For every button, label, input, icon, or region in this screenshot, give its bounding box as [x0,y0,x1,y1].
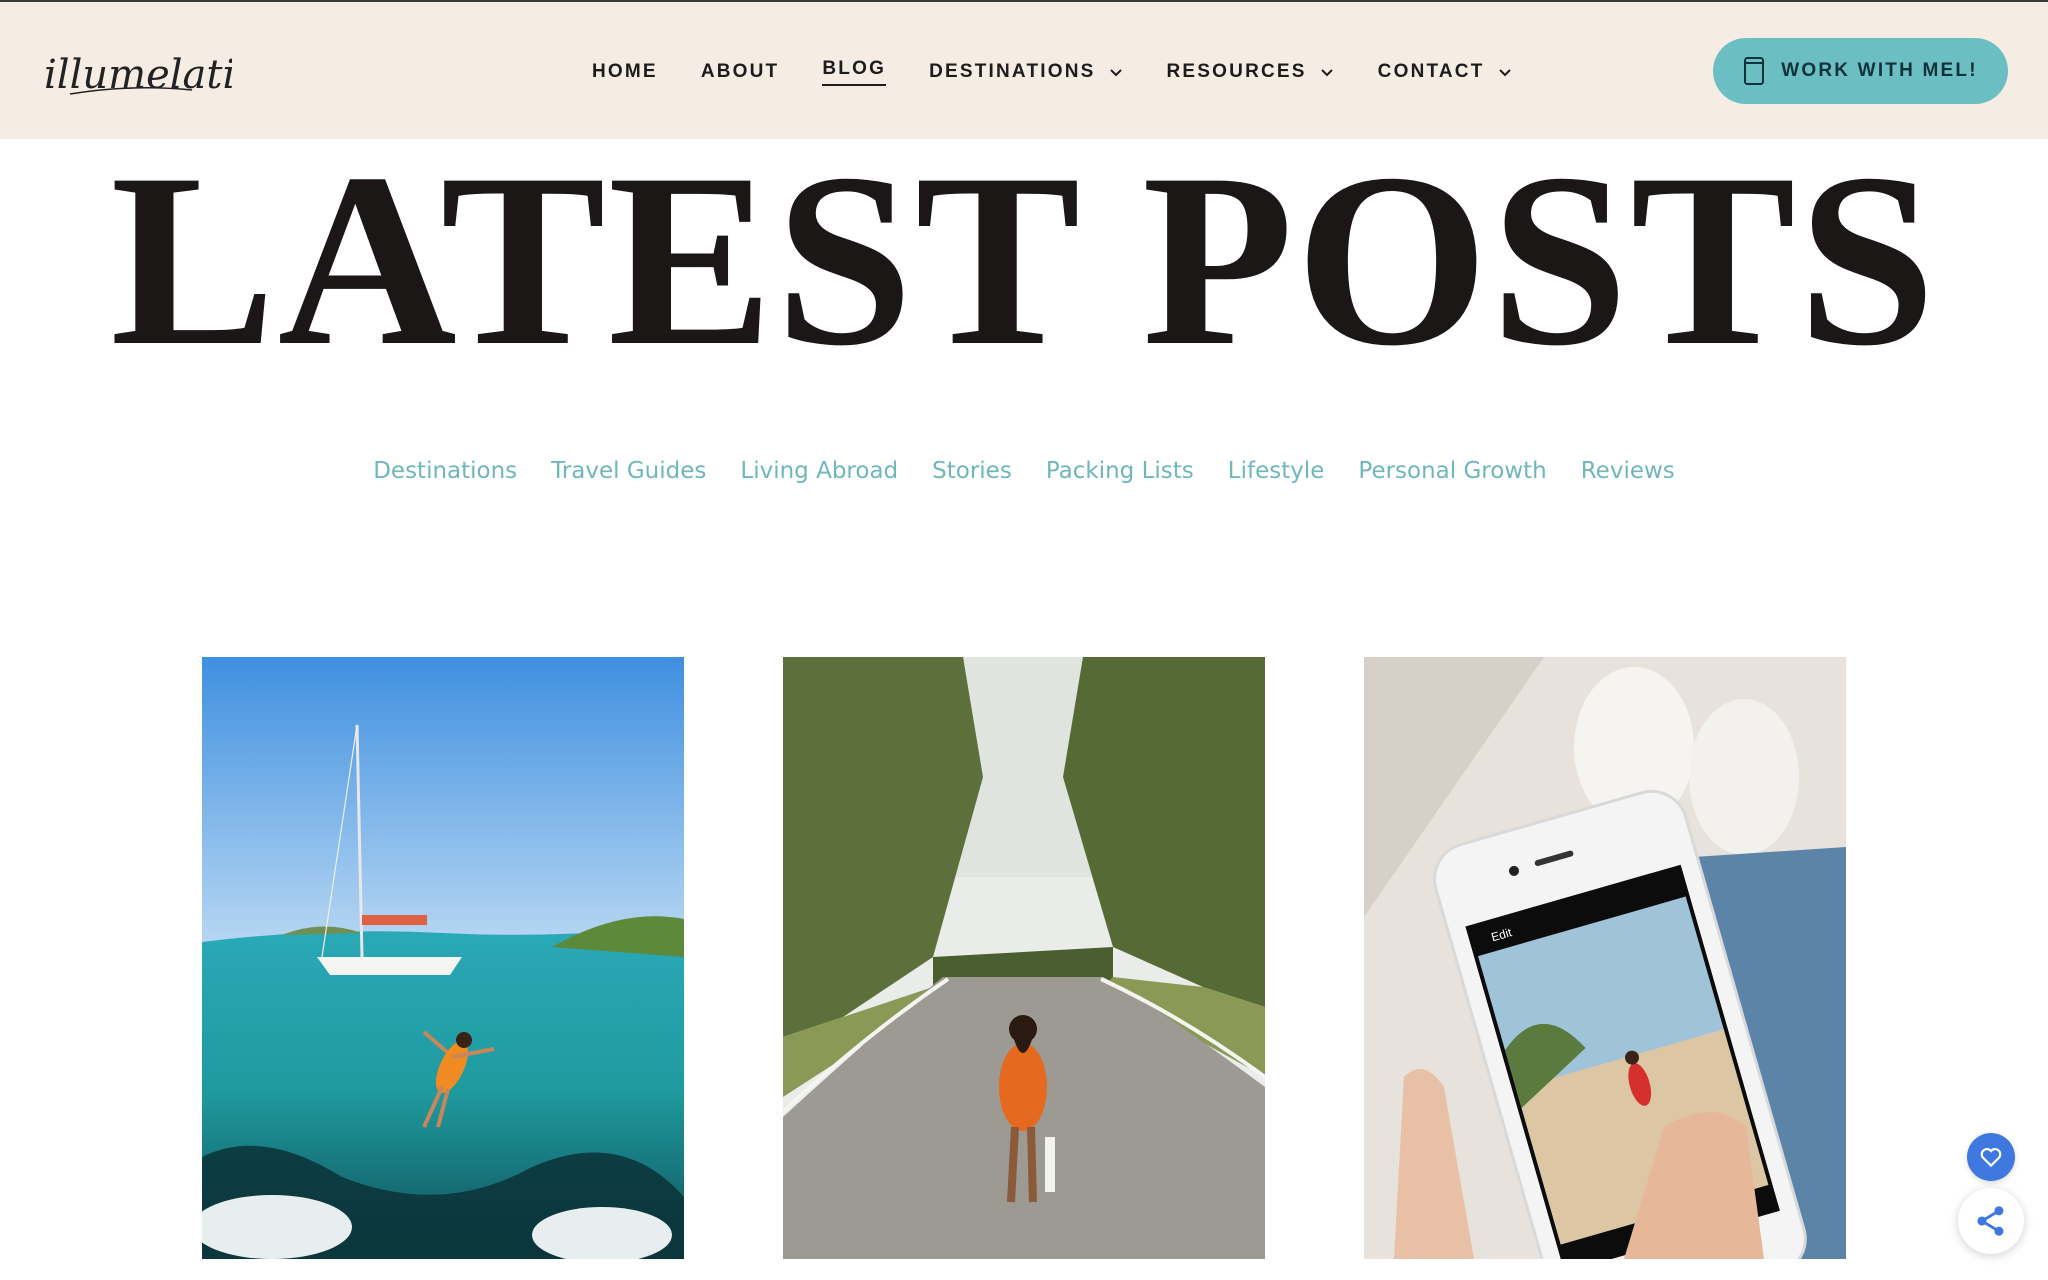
post-card-image-sailboat[interactable] [202,657,684,1259]
work-with-mel-button[interactable]: WORK WITH MEL! [1713,38,2008,104]
logo-wordmark: illumelation [44,52,285,98]
nav-item-resources[interactable]: RESOURCES [1167,61,1335,83]
palm-road-photo [783,657,1265,1259]
cta-label: WORK WITH MEL! [1781,60,1978,81]
sailboat-photo [202,657,684,1259]
category-link-personal-growth[interactable]: Personal Growth [1358,458,1546,484]
phone-editing-photo: Edit [1364,657,1846,1259]
page-title: LATEST POSTS [110,122,1938,397]
favorite-button[interactable] [1967,1133,2015,1181]
category-link-travel-guides[interactable]: Travel Guides [551,458,706,484]
post-card-image-palm-road[interactable] [783,657,1265,1259]
nav-label: HOME [592,61,658,82]
category-filter: Destinations Travel Guides Living Abroad… [0,458,2048,484]
site-header: illumelation HOME ABOUT BLOG DESTINATION… [0,2,2048,139]
category-link-lifestyle[interactable]: Lifestyle [1228,458,1325,484]
nav-item-blog[interactable]: BLOG [822,58,887,86]
heart-icon [1980,1148,2002,1168]
nav-item-home[interactable]: HOME [592,61,658,83]
nav-label: BLOG [822,58,887,86]
chevron-down-icon [1109,69,1122,77]
nav-label: ABOUT [700,61,780,82]
category-link-living-abroad[interactable]: Living Abroad [740,458,898,484]
category-link-reviews[interactable]: Reviews [1581,458,1675,484]
nav-label: RESOURCES [1166,61,1307,82]
post-card-image-phone-editing[interactable]: Edit [1364,657,1846,1259]
chevron-down-icon [1498,69,1511,77]
nav-label: DESTINATIONS [929,61,1096,82]
phone-icon [1744,57,1765,85]
nav-item-contact[interactable]: CONTACT [1378,61,1513,83]
site-logo[interactable]: illumelation [42,30,285,110]
nav-item-destinations[interactable]: DESTINATIONS [929,61,1123,83]
share-button[interactable] [1958,1188,2024,1254]
share-icon [1977,1206,2004,1236]
nav-item-about[interactable]: ABOUT [701,61,780,83]
main-nav: HOME ABOUT BLOG DESTINATIONS RESOURCES C… [592,58,1556,86]
category-link-stories[interactable]: Stories [932,458,1012,484]
svg-text:illumelation: illumelation [44,52,232,98]
chevron-down-icon [1320,69,1333,77]
category-link-packing-lists[interactable]: Packing Lists [1046,458,1194,484]
category-link-destinations[interactable]: Destinations [373,458,517,484]
nav-label: CONTACT [1377,61,1485,82]
